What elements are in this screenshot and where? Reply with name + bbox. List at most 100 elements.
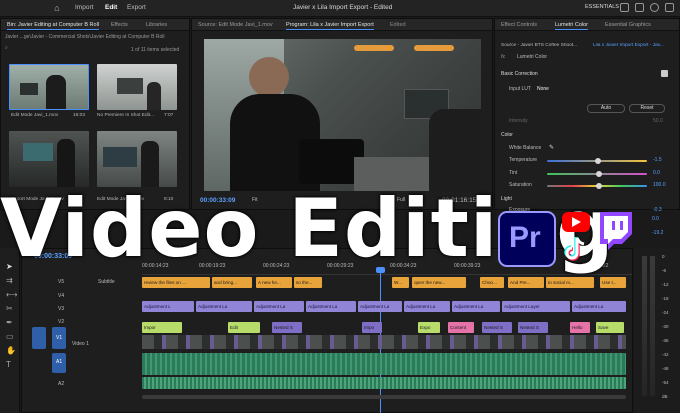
track-label-v2[interactable]: V2 [58, 319, 64, 325]
fullscreen-icon[interactable] [665, 3, 674, 12]
youtube-icon [562, 212, 590, 232]
subtitle-clip[interactable]: open the new... [412, 277, 466, 288]
search-icon[interactable]: ⌕ [5, 45, 8, 51]
video-clip[interactable]: Content [448, 322, 474, 333]
input-lut-select[interactable]: None [537, 86, 549, 92]
video-clip[interactable]: Impo [362, 322, 382, 333]
subtitle-clip[interactable]: Use t... [600, 277, 626, 288]
video-clip[interactable]: Expo [418, 322, 440, 333]
eyedropper-icon[interactable]: ✎ [549, 144, 554, 151]
temperature-value[interactable]: -1.5 [653, 157, 662, 163]
source-clip-label[interactable]: Source - Javier BTS Coffee Shoot... [501, 43, 587, 48]
video-clip[interactable]: Nested S [518, 322, 548, 333]
tab-essential-graphics[interactable]: Essential Graphics [605, 22, 651, 28]
workspace-icon[interactable] [650, 3, 659, 12]
adjustment-layer-clip[interactable]: Adjustment La [572, 301, 626, 312]
track-label-v4[interactable]: V4 [58, 293, 64, 299]
subtitle-clip[interactable]: and bring... [212, 277, 252, 288]
basic-correction-checkbox[interactable] [661, 70, 668, 77]
timeline-scrollbar[interactable] [142, 395, 626, 399]
audio-meter: 0 -6 -12 -18 -24 -30 -36 -42 -48 -54 dB [634, 248, 680, 413]
clip-thumbnail[interactable] [97, 64, 177, 110]
effect-select[interactable]: Lumetri Color [517, 54, 547, 60]
clip-thumbnail[interactable] [9, 131, 89, 187]
clip-thumbnail[interactable] [97, 131, 177, 187]
adjustment-layer-clip[interactable]: Adjustment La [452, 301, 500, 312]
subtitle-clip[interactable]: review the files on ... [142, 277, 210, 288]
tab-lumetri-color[interactable]: Lumetri Color [555, 22, 589, 30]
share-icon[interactable] [620, 3, 629, 12]
track-label-v5[interactable]: V5 [58, 279, 64, 285]
subtitle-clip[interactable]: Choo... [480, 277, 504, 288]
tab-source[interactable]: Source: Edit Mode Javi_1.mov [198, 22, 273, 28]
adjustment-layer-clip[interactable]: Adjustment La [404, 301, 450, 312]
adjustment-layer-clip[interactable]: Adjustment La [196, 301, 252, 312]
auto-button[interactable]: Auto [587, 104, 625, 113]
razor-tool-icon[interactable]: ✂ [6, 304, 13, 313]
meter-tick: -18 [662, 296, 669, 301]
nav-import[interactable]: Import [75, 4, 93, 11]
meter-tick: -36 [662, 338, 669, 343]
white-balance-label: White Balance [509, 145, 542, 151]
video-clip[interactable]: Impor [142, 322, 182, 333]
adjustment-layer-clip[interactable]: Adjustment Layer [502, 301, 570, 312]
source-patch-v1[interactable] [32, 327, 46, 349]
tiktok-icon [564, 236, 588, 262]
tab-program[interactable]: Program: Lila x Javier Import Export [286, 22, 374, 30]
video-clip[interactable]: Nested S [272, 322, 302, 333]
color-section-header[interactable]: Color [501, 132, 513, 138]
tint-label: Tint [509, 170, 518, 176]
subtitle-clip[interactable]: And Pre... [508, 277, 544, 288]
track-select-icon[interactable]: ⇉ [6, 276, 13, 285]
tab-bin[interactable]: Bin: Javier Editing at Computer B Roll [7, 22, 100, 30]
subtitle-clip[interactable]: W... [392, 277, 409, 288]
video-clip[interactable]: Nested S [482, 322, 512, 333]
ripple-edit-icon[interactable]: ⟷ [6, 290, 17, 299]
pen-tool-icon[interactable]: ✒ [6, 318, 13, 327]
meter-tick: -30 [662, 324, 669, 329]
tint-slider[interactable] [547, 171, 647, 177]
video-clip[interactable]: Save [596, 322, 624, 333]
saturation-value[interactable]: 100.0 [653, 182, 666, 188]
reset-button[interactable]: Reset [629, 104, 665, 113]
type-tool-icon[interactable]: T [6, 360, 11, 369]
adjustment-layer-clip[interactable]: Adjustment La [254, 301, 304, 312]
subtitle-clip[interactable]: so the... [294, 277, 322, 288]
home-icon[interactable]: ⌂ [52, 3, 62, 13]
audio-clip-a2[interactable] [142, 377, 626, 389]
sequence-clip-label[interactable]: Lila x Javier Import Export - Jav... [593, 43, 679, 48]
highlights-value[interactable]: -19.2 [652, 230, 663, 236]
video-clip[interactable]: Hello [570, 322, 590, 333]
track-label-a2[interactable]: A2 [58, 381, 64, 387]
tab-effect-controls[interactable]: Effect Controls [501, 22, 537, 28]
track-label-a1[interactable]: A1 [56, 359, 62, 365]
adjustment-layer-clip[interactable]: Adjustment L [142, 301, 194, 312]
hand-tool-icon[interactable]: ✋ [6, 346, 16, 355]
clip-name: No Premiere In Shot Edit... [97, 113, 155, 118]
clip-thumbnail[interactable] [9, 64, 89, 110]
tab-effects[interactable]: Effects [111, 22, 128, 28]
track-label-v1[interactable]: V1 [56, 335, 62, 341]
clip-name: Edit Mode Javi_1.mov [11, 113, 59, 118]
contrast-value[interactable]: 0.0 [652, 216, 659, 222]
basic-correction-header[interactable]: Basic Correction [501, 71, 538, 77]
exposure-value[interactable]: -0.3 [653, 207, 662, 213]
v1-video-strip[interactable] [142, 335, 626, 349]
intensity-value[interactable]: 50.0 [653, 118, 663, 124]
tab-libraries[interactable]: Libraries [146, 22, 167, 28]
rectangle-tool-icon[interactable]: ▭ [6, 332, 14, 341]
tint-value[interactable]: 0.0 [653, 170, 660, 176]
help-icon[interactable] [635, 3, 644, 12]
adjustment-layer-clip[interactable]: Adjustment La [306, 301, 356, 312]
subtitle-clip[interactable]: to social m... [546, 277, 594, 288]
video-clip[interactable]: Edit [228, 322, 260, 333]
video-preview[interactable] [204, 39, 481, 191]
nav-export[interactable]: Export [127, 4, 146, 11]
track-label-v3[interactable]: V3 [58, 306, 64, 312]
temperature-slider[interactable] [547, 158, 647, 164]
audio-clip-a1[interactable] [142, 353, 626, 375]
adjustment-layer-clip[interactable]: Adjustment La [358, 301, 402, 312]
nav-edit[interactable]: Edit [105, 4, 117, 11]
workspace-label[interactable]: ESSENTIALS [585, 4, 619, 10]
subtitle-clip[interactable]: A new he... [256, 277, 292, 288]
